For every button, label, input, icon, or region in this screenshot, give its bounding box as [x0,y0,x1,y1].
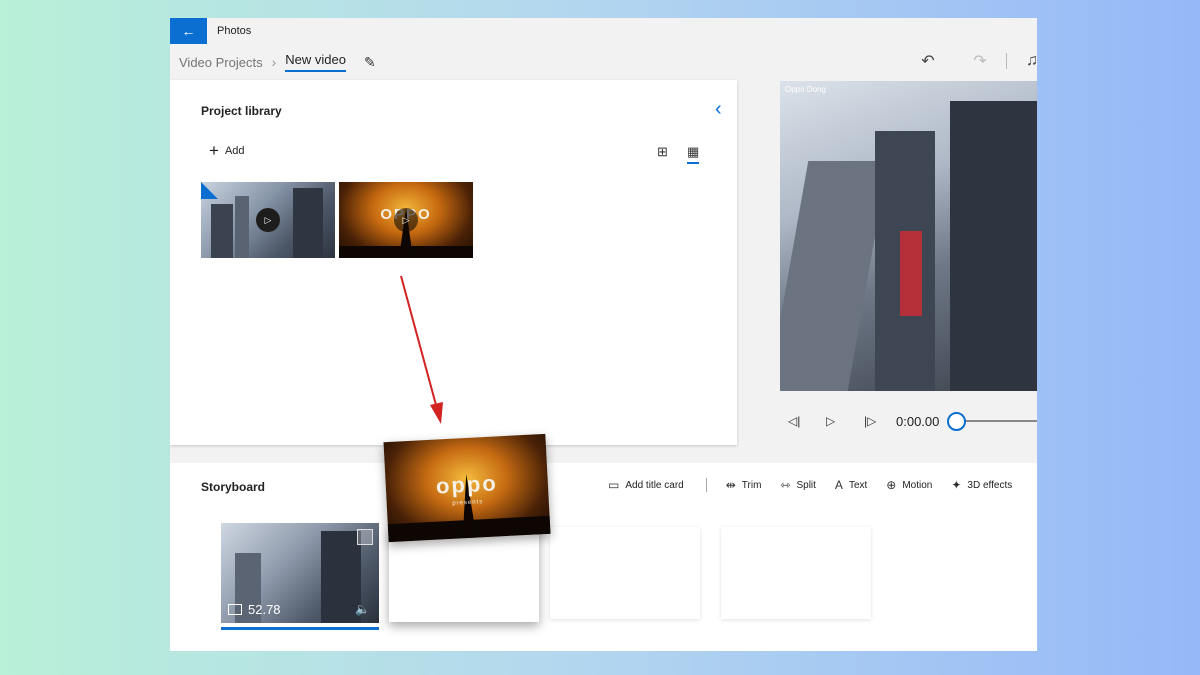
arrow-shaft [400,275,437,406]
annotation-arrow [400,275,443,424]
arrow-head [430,402,443,424]
